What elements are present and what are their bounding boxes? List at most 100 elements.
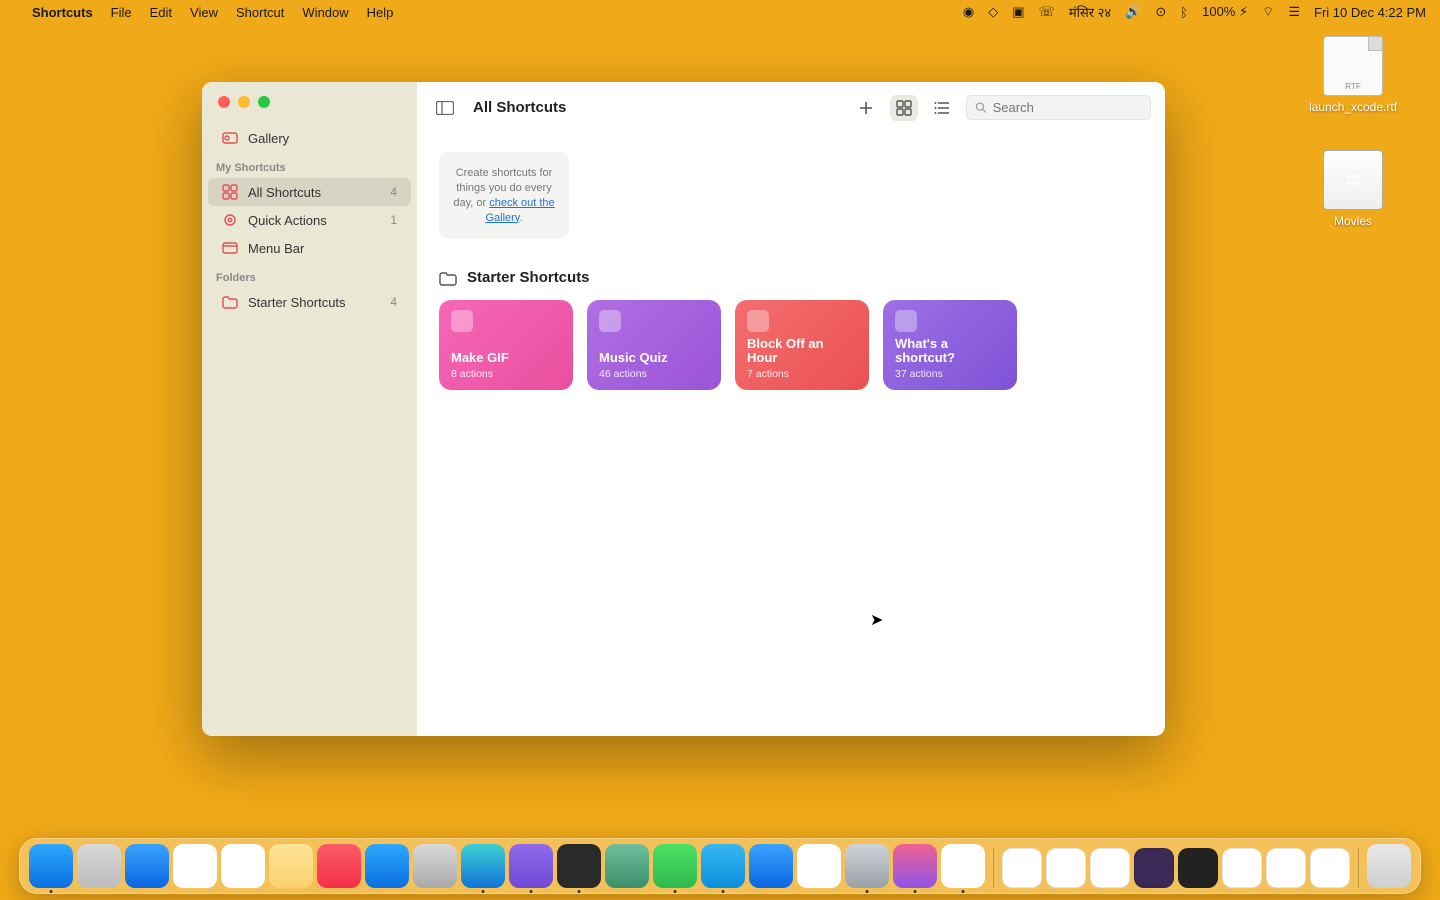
desktop-folder-movies[interactable]: 🎞 Movies: [1308, 150, 1398, 228]
status-calendar[interactable]: मंसिर २४: [1069, 3, 1111, 21]
toolbar: All Shortcuts: [417, 82, 1165, 134]
sidebar-item-menu-bar[interactable]: Menu Bar: [208, 234, 411, 262]
dock-app-settings[interactable]: [413, 844, 457, 888]
minimize-button[interactable]: [238, 96, 250, 108]
sidebar-item-label: Starter Shortcuts: [248, 295, 346, 310]
dock-recent-win3[interactable]: [1222, 848, 1262, 888]
dock-recent-win1[interactable]: [1134, 848, 1174, 888]
running-indicator-icon: [962, 890, 965, 893]
menu-window[interactable]: Window: [302, 5, 348, 20]
dock-app-launchpad[interactable]: [77, 844, 121, 888]
grid-view-button[interactable]: [890, 95, 918, 121]
sidebar-item-count: 1: [390, 213, 397, 227]
status-tray-icon[interactable]: ◇: [988, 4, 998, 20]
list-view-button[interactable]: [928, 95, 956, 121]
dock-recent-doc1[interactable]: [1002, 848, 1042, 888]
dock-app-appstore[interactable]: [365, 844, 409, 888]
dock-separator: [1358, 848, 1359, 888]
dock-app-notes[interactable]: [269, 844, 313, 888]
dock-recent-doc5[interactable]: [1310, 848, 1350, 888]
search-field[interactable]: [966, 95, 1151, 120]
shortcut-card-title: Make GIF: [451, 351, 561, 366]
sidebar-item-label: Menu Bar: [248, 241, 304, 256]
main-area: All Shortcuts Create shortcuts for thing…: [417, 82, 1165, 736]
folder-icon: [222, 294, 238, 310]
running-indicator-icon: [578, 890, 581, 893]
status-bluetooth-icon[interactable]: ᛒ: [1180, 5, 1188, 20]
folder-icon: 🎞: [1323, 150, 1383, 210]
shortcut-card[interactable]: Music Quiz 46 actions: [587, 300, 721, 390]
dock-recent-win2[interactable]: [1178, 848, 1218, 888]
close-button[interactable]: [218, 96, 230, 108]
content-area: Create shortcuts for things you do every…: [417, 134, 1165, 408]
shortcut-card-icon: [599, 310, 621, 332]
dock-app-skype[interactable]: [701, 844, 745, 888]
status-record-icon[interactable]: ◉: [963, 4, 974, 20]
status-viber-icon[interactable]: ☏: [1039, 4, 1055, 20]
shortcut-card-icon: [747, 310, 769, 332]
status-battery[interactable]: 100% ⚡︎: [1202, 4, 1248, 20]
new-shortcut-button[interactable]: [852, 95, 880, 121]
shortcut-card-sub: 46 actions: [599, 368, 709, 380]
running-indicator-icon: [50, 890, 53, 893]
dock-app-edge[interactable]: [461, 844, 505, 888]
dock-app-shortcuts[interactable]: [893, 844, 937, 888]
menu-shortcut[interactable]: Shortcut: [236, 5, 284, 20]
sidebar-item-gallery[interactable]: Gallery: [208, 124, 411, 152]
grid-icon: [222, 184, 238, 200]
sidebar: Gallery My Shortcuts All Shortcuts 4 Qui…: [202, 82, 417, 736]
running-indicator-icon: [866, 890, 869, 893]
desktop-file-rtf[interactable]: RTF launch_xcode.rtf: [1308, 36, 1398, 114]
toggle-sidebar-button[interactable]: [431, 95, 459, 121]
dock-app-music[interactable]: [317, 844, 361, 888]
gallery-icon: [222, 130, 238, 146]
menu-view[interactable]: View: [190, 5, 218, 20]
dock-app-xcode[interactable]: [749, 844, 793, 888]
sidebar-item-quick-actions[interactable]: Quick Actions 1: [208, 206, 411, 234]
dock-app-preview[interactable]: [845, 844, 889, 888]
zoom-button[interactable]: [258, 96, 270, 108]
search-input[interactable]: [993, 100, 1142, 115]
running-indicator-icon: [674, 890, 677, 893]
shortcut-card[interactable]: Block Off an Hour 7 actions: [735, 300, 869, 390]
dock-recent-doc4[interactable]: [1266, 848, 1306, 888]
dock-app-app-b[interactable]: [605, 844, 649, 888]
shortcut-card[interactable]: Make GIF 8 actions: [439, 300, 573, 390]
dock-app-mail[interactable]: [125, 844, 169, 888]
status-datetime[interactable]: Fri 10 Dec 4:22 PM: [1314, 5, 1426, 20]
dock-app-finder[interactable]: [29, 844, 73, 888]
dock-app-calendar[interactable]: [173, 844, 217, 888]
dock-separator: [993, 848, 994, 888]
status-play-icon[interactable]: ⊙: [1155, 4, 1166, 20]
status-shield-icon[interactable]: ▣: [1012, 4, 1024, 20]
dock-recent-doc3[interactable]: [1090, 848, 1130, 888]
section-header: Starter Shortcuts: [439, 269, 1143, 286]
sidebar-item-all-shortcuts[interactable]: All Shortcuts 4: [208, 178, 411, 206]
dock-app-whatsapp[interactable]: [653, 844, 697, 888]
status-control-center-icon[interactable]: ☰: [1288, 4, 1300, 20]
dock-recent-doc2[interactable]: [1046, 848, 1086, 888]
dock-app-viber[interactable]: [509, 844, 553, 888]
tip-card: Create shortcuts for things you do every…: [439, 152, 569, 239]
shortcut-card[interactable]: What's a shortcut? 37 actions: [883, 300, 1017, 390]
menu-edit[interactable]: Edit: [150, 5, 172, 20]
document-icon: RTF: [1323, 36, 1383, 96]
menu-help[interactable]: Help: [367, 5, 394, 20]
sidebar-item-count: 4: [390, 295, 397, 309]
dock-trash[interactable]: [1367, 844, 1411, 888]
shortcut-card-title: Music Quiz: [599, 351, 709, 366]
running-indicator-icon: [722, 890, 725, 893]
status-wifi-icon[interactable]: ⌔: [1262, 4, 1274, 20]
dock-app-reminders[interactable]: [221, 844, 265, 888]
dock-app-terminal[interactable]: [557, 844, 601, 888]
dock-app-textedit[interactable]: [941, 844, 985, 888]
menu-file[interactable]: File: [111, 5, 132, 20]
gear-icon: [222, 212, 238, 228]
page-title: All Shortcuts: [473, 99, 566, 116]
status-volume-icon[interactable]: 🔊: [1125, 4, 1141, 20]
dock-app-photos[interactable]: [797, 844, 841, 888]
shortcut-card-icon: [451, 310, 473, 332]
desktop-file-label: launch_xcode.rtf: [1308, 100, 1398, 114]
app-menu[interactable]: Shortcuts: [32, 5, 93, 20]
sidebar-item-starter-shortcuts[interactable]: Starter Shortcuts 4: [208, 288, 411, 316]
